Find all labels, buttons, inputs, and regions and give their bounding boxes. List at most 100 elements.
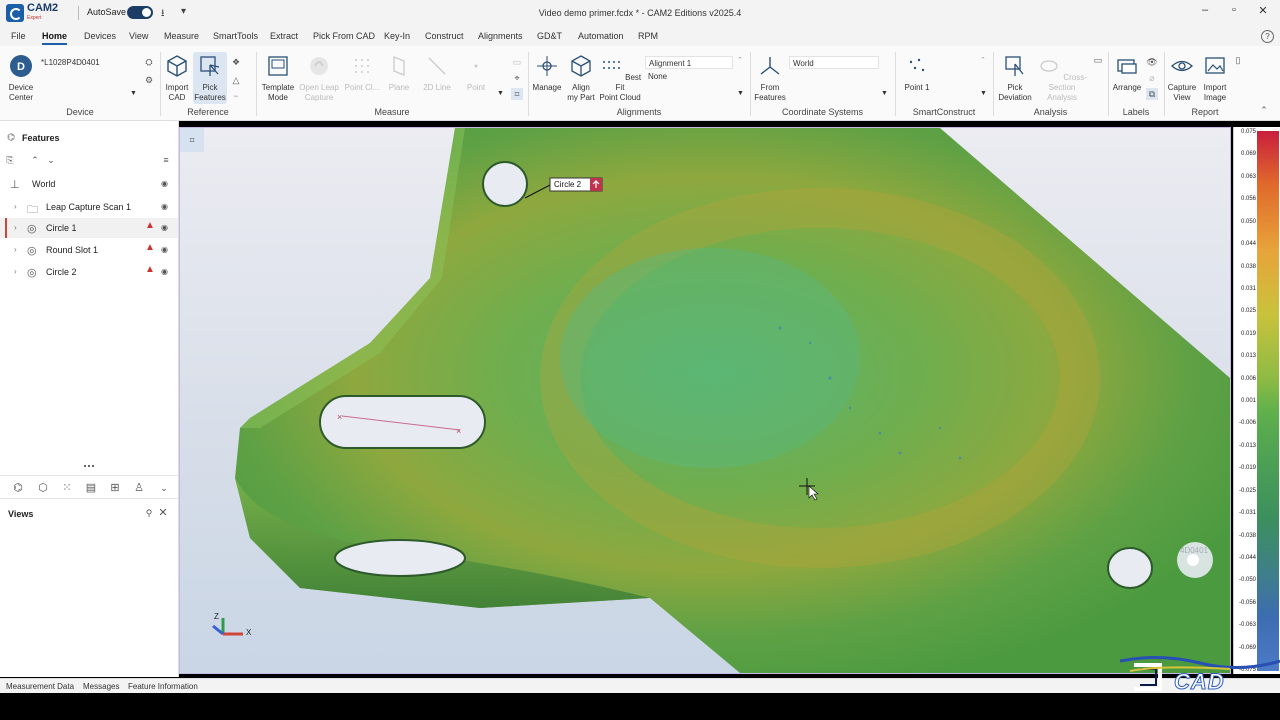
- close-button[interactable]: ✕: [1253, 4, 1273, 20]
- measure-group-label: Measure: [374, 107, 410, 117]
- menu-view[interactable]: View: [129, 31, 148, 41]
- eye-icon[interactable]: ◉: [161, 245, 168, 254]
- from-features-button[interactable]: From Features: [753, 54, 787, 103]
- pin-icon[interactable]: ⚲: [143, 507, 155, 519]
- circle-2-label[interactable]: Circle 2: [554, 180, 581, 189]
- analysis-panel-icon[interactable]: ▭: [1092, 54, 1104, 66]
- features-tab-icon[interactable]: ⌬: [12, 482, 24, 494]
- measurement-data-tab[interactable]: Measurement Data: [6, 682, 74, 691]
- device-id-select[interactable]: *L1028P4D0401: [38, 56, 136, 69]
- coordinate-system-select[interactable]: World: [789, 56, 879, 69]
- manage-alignments-button[interactable]: Manage: [531, 54, 563, 93]
- point-button[interactable]: Point: [462, 54, 490, 93]
- alignment-up-icon[interactable]: ⌃: [737, 56, 743, 64]
- cross-section-button[interactable]: Cross-Section Analysis: [1036, 54, 1088, 103]
- smartconstruct-dropdown-icon[interactable]: ▼: [980, 90, 987, 97]
- scale-tick-label: 0.056: [1240, 196, 1256, 203]
- menu-devices[interactable]: Devices: [84, 31, 116, 41]
- chevron-right-icon[interactable]: ›: [14, 267, 17, 276]
- part-model[interactable]: × ×: [180, 128, 1230, 673]
- eye-icon[interactable]: ◉: [161, 179, 168, 188]
- menu-construct[interactable]: Construct: [425, 31, 464, 41]
- point-cloud-button[interactable]: Point Cl...: [343, 54, 381, 93]
- add-feature-icon[interactable]: ⎘: [4, 154, 16, 166]
- best-fit-button[interactable]: Best Fit Point Cloud: [598, 54, 642, 103]
- collapse-ribbon-icon[interactable]: ⌃: [1258, 104, 1270, 116]
- eye-icon[interactable]: ◉: [161, 223, 168, 232]
- menu-key-in[interactable]: Key-In: [384, 31, 410, 41]
- template-mode-button[interactable]: Template Mode: [260, 54, 296, 103]
- menu-automation[interactable]: Automation: [578, 31, 624, 41]
- chevron-right-icon[interactable]: ›: [14, 223, 17, 232]
- tree-item-round-slot-1[interactable]: › ◎ Round Slot 1 ▲ ◉: [0, 240, 178, 260]
- tree-item-circle-1[interactable]: › ◎ Circle 1 ▲ ◉: [0, 218, 178, 238]
- menu-pick-from-cad[interactable]: Pick From CAD: [313, 31, 375, 41]
- labels-hide-icon[interactable]: ⌀: [1146, 72, 1158, 84]
- alignment-dropdown-icon[interactable]: ▼: [737, 90, 744, 97]
- align-my-part-button[interactable]: Align my Part: [565, 54, 597, 103]
- menu-rpm[interactable]: RPM: [638, 31, 658, 41]
- pick-features-button[interactable]: Pick Features: [193, 52, 227, 104]
- menu-measure[interactable]: Measure: [164, 31, 199, 41]
- alignment-list-item-1[interactable]: Alignment 1: [645, 56, 733, 69]
- report-tab-icon[interactable]: ▤: [85, 482, 97, 494]
- chevron-right-icon[interactable]: ›: [14, 202, 17, 211]
- device-connect-icon[interactable]: ⛭: [143, 56, 155, 68]
- tabs-more-icon[interactable]: ⌄: [158, 482, 170, 494]
- pick-deviation-button[interactable]: Pick Deviation: [996, 54, 1034, 103]
- menu-gdt[interactable]: GD&T: [537, 31, 562, 41]
- smartconstruct-up-icon[interactable]: ⌃: [980, 56, 986, 64]
- scale-tick-label: 0.006: [1240, 375, 1256, 382]
- menu-file[interactable]: File: [11, 31, 26, 41]
- tree-item-circle-2[interactable]: › ◎ Circle 2 ▲ ◉: [0, 262, 178, 282]
- menu-extract[interactable]: Extract: [270, 31, 298, 41]
- dimensions-tab-icon[interactable]: ⊞: [109, 482, 121, 494]
- measure-tool-icon[interactable]: ▭: [511, 56, 523, 68]
- 3d-viewport[interactable]: × × ⌗ Circle 2 4D0401 Z X: [179, 127, 1231, 674]
- pick-mode-indicator[interactable]: ⌗: [180, 128, 204, 152]
- device-settings-icon[interactable]: ⚙: [143, 74, 155, 86]
- labels-layout-icon[interactable]: ⧉: [1146, 88, 1158, 100]
- device-center-button[interactable]: D Device Center: [4, 54, 38, 103]
- labels-visibility-icon[interactable]: 👁: [1146, 56, 1158, 68]
- measure-probe-icon[interactable]: ⌖: [511, 72, 523, 84]
- eye-icon[interactable]: ◉: [161, 202, 168, 211]
- minimize-button[interactable]: –: [1195, 4, 1215, 20]
- measure-dropdown-icon[interactable]: ▼: [497, 90, 504, 97]
- feature-information-tab[interactable]: Feature Information: [128, 682, 198, 691]
- line-2d-button[interactable]: 2D Line: [420, 54, 454, 93]
- point-cloud-tab-icon[interactable]: ⁙: [61, 482, 73, 494]
- reference-tool-icon[interactable]: ❖: [230, 56, 242, 68]
- maximize-button[interactable]: ▫: [1224, 4, 1244, 20]
- device-dropdown-icon[interactable]: ▼: [130, 90, 137, 97]
- probe-tab-icon[interactable]: ♙: [133, 482, 145, 494]
- close-views-icon[interactable]: ✕: [157, 507, 169, 519]
- report-doc-icon[interactable]: ▯: [1232, 54, 1244, 66]
- tree-item-leap-capture-scan[interactable]: › 🗀 Leap Capture Scan 1 ◉: [0, 197, 178, 217]
- tree-item-world[interactable]: ⊥ World ◉: [0, 174, 178, 194]
- menu-smarttools[interactable]: SmartTools: [213, 31, 258, 41]
- import-image-button[interactable]: Import Image: [1199, 54, 1231, 103]
- menu-alignments[interactable]: Alignments: [478, 31, 523, 41]
- smartconstruct-point-button[interactable]: Point 1: [900, 54, 934, 93]
- measure-pick-icon[interactable]: ⌗: [511, 88, 523, 100]
- import-cad-button[interactable]: Import CAD: [162, 54, 192, 103]
- reference-triangle-icon[interactable]: △: [230, 74, 242, 86]
- open-leap-capture-button[interactable]: Open Leap Capture: [298, 54, 340, 103]
- splitter-handle[interactable]: [84, 465, 94, 469]
- menu-home[interactable]: Home: [42, 31, 68, 45]
- move-down-icon[interactable]: ⌄: [45, 154, 57, 166]
- eye-icon[interactable]: ◉: [161, 267, 168, 276]
- chevron-right-icon[interactable]: ›: [14, 245, 17, 254]
- coordinate-dropdown-icon[interactable]: ▼: [881, 90, 888, 97]
- panel-menu-icon[interactable]: ≡: [160, 154, 172, 166]
- messages-tab[interactable]: Messages: [83, 682, 119, 691]
- cad-tab-icon[interactable]: ⬡: [37, 482, 49, 494]
- alignment-list-item-2[interactable]: None: [648, 72, 667, 81]
- arrange-button[interactable]: Arrange: [1111, 54, 1143, 93]
- move-up-icon[interactable]: ⌃: [29, 154, 41, 166]
- reference-link-icon[interactable]: ⌁: [230, 90, 242, 102]
- capture-view-button[interactable]: Capture View: [1166, 54, 1198, 103]
- plane-button[interactable]: Plane: [384, 54, 414, 93]
- help-icon[interactable]: ?: [1261, 30, 1274, 43]
